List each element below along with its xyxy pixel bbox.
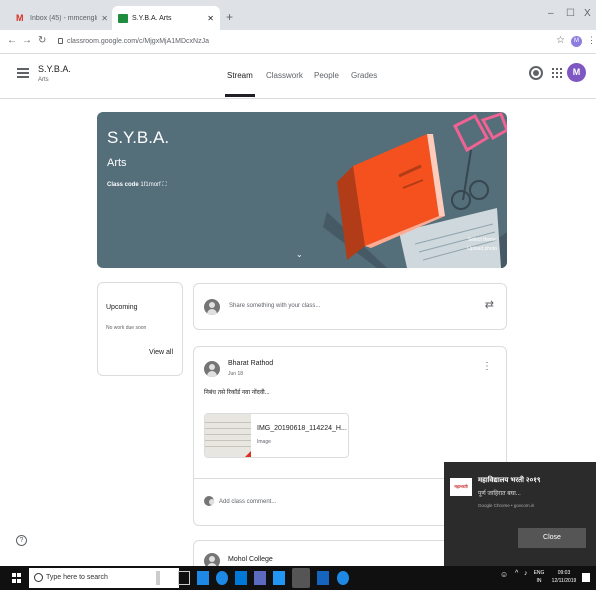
notification-body: पूर्ण जाहिरात बघा... <box>478 491 521 497</box>
browser-toolbar: ← → ↻ classroom.google.com/c/MjgxMjA1MDc… <box>0 30 596 54</box>
chevron-down-icon[interactable]: ⌄ <box>296 250 303 259</box>
attachment-name: IMG_20190618_114224_H... <box>257 425 347 432</box>
notification-toast: महाभरती महाविद्यालय भरती २०१९ पूर्ण जाहि… <box>444 462 596 566</box>
app-icon[interactable] <box>235 571 247 585</box>
banner-theme-links: Select theme Upload photo <box>467 236 497 254</box>
profile-avatar[interactable]: M <box>571 36 582 47</box>
task-view-icon[interactable] <box>178 571 190 585</box>
share-box[interactable]: Share something with your class... ⇄ <box>193 283 507 330</box>
close-tab-icon[interactable]: ✕ <box>207 14 214 23</box>
close-tab-icon[interactable]: ✕ <box>101 14 108 23</box>
class-banner: S.Y.B.A. Arts Class code 1f1morf ⛶ Selec… <box>97 112 507 268</box>
classroom-icon <box>118 13 128 23</box>
attachment-thumbnail <box>205 414 251 457</box>
post-date: Jun 18 <box>228 371 244 377</box>
classroom-header: S.Y.B.A. Arts Stream Classwork People Gr… <box>0 55 596 99</box>
class-section: Arts <box>38 77 49 83</box>
attachment-card[interactable]: IMG_20190618_114224_H... Image <box>204 413 349 458</box>
notification-title: महाविद्यालय भरती २०१९ <box>478 477 541 484</box>
tab-title: S.Y.B.A. Arts <box>132 14 172 22</box>
post-author: Bharat Rathod <box>228 360 274 367</box>
maximize-button[interactable]: ☐ <box>566 8 575 19</box>
browser-menu-icon[interactable]: ⋮ <box>587 35 596 46</box>
language-code: ENG <box>533 570 545 576</box>
upcoming-title: Upcoming <box>106 304 138 311</box>
banner-subtitle: Arts <box>107 157 127 169</box>
select-theme-link[interactable]: Select theme <box>467 236 497 245</box>
back-arrow-icon[interactable]: ← <box>7 35 17 46</box>
language-indicator[interactable]: ENG IN <box>532 569 546 585</box>
upload-photo-link[interactable]: Upload photo <box>467 245 497 254</box>
comment-input[interactable]: Add class comment... <box>219 499 276 505</box>
post-text: निबंध तसे रिकॉर्ड नवा नोंदवी... <box>204 390 270 396</box>
avatar <box>204 361 220 377</box>
tab-classroom[interactable]: S.Y.B.A. Arts ✕ <box>112 6 220 30</box>
tab-gmail[interactable]: M Inbox (45) - mmcenglishdepartm ✕ <box>10 6 114 30</box>
attachment-type: Image <box>257 439 271 445</box>
close-button[interactable]: Close <box>518 528 586 548</box>
class-code-label: Class code <box>107 182 139 188</box>
app-icon[interactable] <box>317 571 329 585</box>
avatar <box>204 299 220 315</box>
close-window-button[interactable]: X <box>584 8 591 19</box>
class-name[interactable]: S.Y.B.A. <box>38 64 71 74</box>
chrome-icon[interactable] <box>292 568 310 588</box>
app-icon[interactable] <box>273 571 285 585</box>
people-icon[interactable]: ☺ <box>500 570 508 579</box>
notification-logo: महाभरती <box>450 478 472 496</box>
new-tab-button[interactable]: + <box>226 10 233 24</box>
address-bar[interactable]: classroom.google.com/c/MjgxMjA1MDcxNzJa <box>58 34 548 50</box>
clock-time: 09:03 <box>557 570 571 576</box>
windows-start-icon[interactable] <box>12 573 22 583</box>
clock[interactable]: 09:03 12/11/2019 <box>549 569 579 585</box>
tab-people[interactable]: People <box>314 71 339 80</box>
class-code-value: 1f1morf <box>140 182 161 188</box>
app-icon[interactable] <box>254 571 266 585</box>
reuse-post-icon[interactable]: ⇄ <box>485 298 494 311</box>
volume-icon[interactable]: ♪ <box>524 570 528 577</box>
url-text: classroom.google.com/c/MjgxMjA1MDcxNzJa <box>67 38 209 45</box>
edge-icon[interactable] <box>216 571 228 585</box>
tab-classwork[interactable]: Classwork <box>266 71 303 80</box>
avatar <box>204 496 214 506</box>
ie-icon[interactable] <box>337 571 349 585</box>
settings-gear-icon[interactable] <box>529 66 543 80</box>
tab-title: Inbox (45) - mmcenglishdepartm <box>30 14 98 22</box>
view-all-link[interactable]: View all <box>149 349 173 356</box>
lock-icon <box>58 38 63 45</box>
forward-arrow-icon[interactable]: → <box>22 35 32 46</box>
post-options-icon[interactable]: ⋮ <box>482 361 492 372</box>
banner-title: S.Y.B.A. <box>107 128 170 147</box>
store-icon[interactable] <box>197 571 209 585</box>
class-code: Class code 1f1morf ⛶ <box>107 182 167 189</box>
microphone-icon[interactable] <box>156 571 160 585</box>
post-author: Mohol College <box>228 556 273 563</box>
main-menu-icon[interactable] <box>17 68 29 80</box>
tray-chevron-icon[interactable]: ^ <box>515 570 518 577</box>
fullscreen-icon[interactable]: ⛶ <box>162 182 166 188</box>
share-placeholder: Share something with your class... <box>229 303 321 309</box>
user-avatar[interactable]: M <box>567 63 586 82</box>
google-apps-icon[interactable] <box>552 68 562 78</box>
tab-grades[interactable]: Grades <box>351 71 377 80</box>
action-center-icon[interactable] <box>582 573 590 582</box>
minimize-button[interactable]: – <box>548 8 554 19</box>
reload-icon[interactable]: ↻ <box>38 35 46 46</box>
bookmark-star-icon[interactable]: ☆ <box>556 35 565 46</box>
help-icon[interactable]: ? <box>16 535 27 546</box>
taskbar: Type here to search ☺ ^ ♪ ENG IN 09:03 1… <box>0 566 596 590</box>
region-code: IN <box>536 578 542 584</box>
clock-date: 12/11/2019 <box>551 578 577 584</box>
search-placeholder: Type here to search <box>46 574 108 581</box>
upcoming-card: Upcoming No work due soon View all <box>97 282 183 376</box>
tab-stream[interactable]: Stream <box>225 71 255 97</box>
notification-source: Google Chrome • govcom.in <box>478 503 535 508</box>
gmail-icon: M <box>16 12 24 23</box>
cortana-icon <box>34 573 43 582</box>
upcoming-status: No work due soon <box>106 325 147 331</box>
browser-tab-strip: M Inbox (45) - mmcenglishdepartm ✕ S.Y.B… <box>0 0 596 30</box>
